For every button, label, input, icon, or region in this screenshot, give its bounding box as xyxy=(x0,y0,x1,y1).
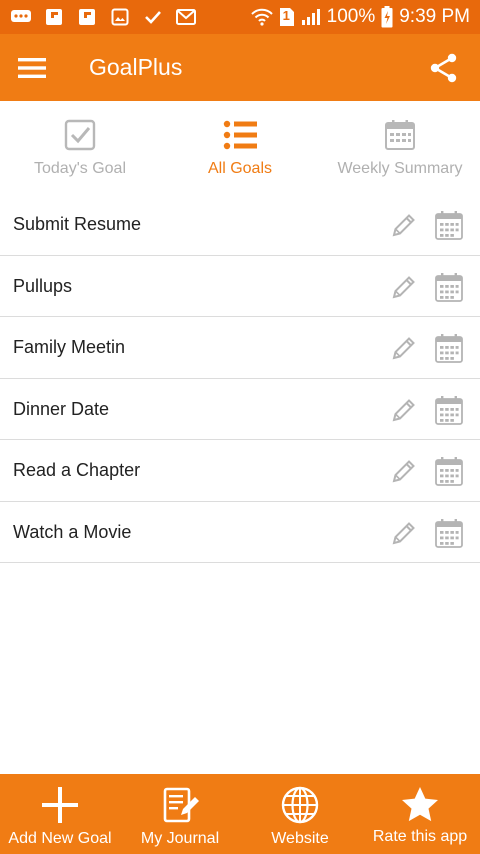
journal-icon xyxy=(159,785,201,825)
sim-label: 1 xyxy=(282,8,290,23)
pencil-icon xyxy=(392,460,415,483)
flipboard-icon xyxy=(43,7,65,27)
calendar-icon xyxy=(435,395,463,425)
calendar-icon xyxy=(435,211,463,240)
goal-name: Submit Resume xyxy=(13,214,142,234)
edit-goal-button[interactable] xyxy=(388,272,420,302)
goal-name: Family Meetin xyxy=(13,337,126,357)
pencil-icon xyxy=(392,398,415,421)
image-icon xyxy=(109,7,131,27)
tab-todays-goal[interactable]: Today's Goal xyxy=(0,101,160,194)
edit-goal-button[interactable] xyxy=(388,333,420,363)
hamburger-icon xyxy=(18,58,46,78)
star-icon xyxy=(399,785,441,825)
calendar-icon xyxy=(435,272,463,302)
edit-goal-button[interactable] xyxy=(388,395,420,425)
calendar-icon xyxy=(435,457,463,486)
list-icon xyxy=(223,118,257,152)
bottom-label: Add New Goal xyxy=(8,830,112,847)
add-new-goal-button[interactable]: Add New Goal xyxy=(0,774,120,854)
goal-row[interactable]: Pullups xyxy=(0,256,480,317)
bottom-label: Rate this app xyxy=(372,828,468,845)
gmail-icon xyxy=(175,7,197,27)
menu-button[interactable] xyxy=(14,52,50,84)
goal-calendar-button[interactable] xyxy=(434,517,464,549)
pencil-icon xyxy=(392,214,415,237)
app-bar: GoalPlus xyxy=(0,34,480,101)
goal-calendar-button[interactable] xyxy=(434,332,464,364)
notification-icons xyxy=(10,6,197,28)
calendar-icon xyxy=(435,518,463,548)
goal-name: Pullups xyxy=(13,275,73,296)
edit-goal-button[interactable] xyxy=(388,456,420,486)
plus-icon xyxy=(39,785,81,825)
goal-calendar-button[interactable] xyxy=(434,209,464,241)
tab-label: Today's Goal xyxy=(34,160,126,177)
calendar-icon xyxy=(383,118,417,152)
goal-row[interactable]: Dinner Date xyxy=(0,379,480,440)
checkbox-icon xyxy=(63,118,97,152)
chat-icon xyxy=(10,7,32,27)
calendar-icon xyxy=(435,334,463,363)
edit-goal-button[interactable] xyxy=(388,518,420,548)
share-icon xyxy=(430,53,457,83)
goal-list: Submit Resume Pullups Family Meetin Dinn… xyxy=(0,194,480,563)
flipboard-icon xyxy=(76,7,98,27)
app-title: GoalPlus xyxy=(89,54,183,80)
website-button[interactable]: Website xyxy=(240,774,360,854)
tab-all-goals[interactable]: All Goals xyxy=(160,101,320,194)
edit-goal-button[interactable] xyxy=(388,210,420,240)
goal-calendar-button[interactable] xyxy=(434,271,464,303)
battery-charging-icon xyxy=(381,6,393,28)
tab-label: All Goals xyxy=(207,160,273,177)
goal-calendar-button[interactable] xyxy=(434,455,464,487)
goal-row[interactable]: Read a Chapter xyxy=(0,440,480,502)
bottom-label: My Journal xyxy=(140,830,220,847)
status-bar: 1 100% 9:39 PM xyxy=(0,0,480,34)
goal-name: Dinner Date xyxy=(13,398,110,419)
goal-calendar-button[interactable] xyxy=(434,394,464,426)
wifi-icon xyxy=(250,7,273,27)
pencil-icon xyxy=(392,337,415,360)
rate-app-button[interactable]: Rate this app xyxy=(360,774,480,854)
clock: 9:39 PM xyxy=(399,6,470,27)
share-button[interactable] xyxy=(426,51,462,85)
globe-icon xyxy=(279,785,321,825)
bottom-label: Website xyxy=(271,830,329,847)
sim-icon: 1 xyxy=(279,7,295,27)
tab-bar: Today's Goal All Goals Weekly Summary xyxy=(0,101,480,194)
signal-icon xyxy=(301,8,321,26)
goal-row[interactable]: Watch a Movie xyxy=(0,502,480,563)
goal-name: Read a Chapter xyxy=(13,460,141,480)
bottom-action-bar: Add New Goal My Journal Website Rate thi… xyxy=(0,774,480,854)
goal-row[interactable]: Family Meetin xyxy=(0,317,480,379)
tab-weekly-summary[interactable]: Weekly Summary xyxy=(320,101,480,194)
goal-row[interactable]: Submit Resume xyxy=(0,194,480,256)
my-journal-button[interactable]: My Journal xyxy=(120,774,240,854)
pencil-icon xyxy=(392,521,415,544)
pencil-icon xyxy=(392,275,415,298)
goal-name: Watch a Movie xyxy=(13,521,132,542)
battery-percent: 100% xyxy=(326,6,376,27)
tab-label: Weekly Summary xyxy=(337,160,463,177)
check-icon xyxy=(142,7,164,27)
system-status: 1 100% 9:39 PM xyxy=(250,0,470,34)
